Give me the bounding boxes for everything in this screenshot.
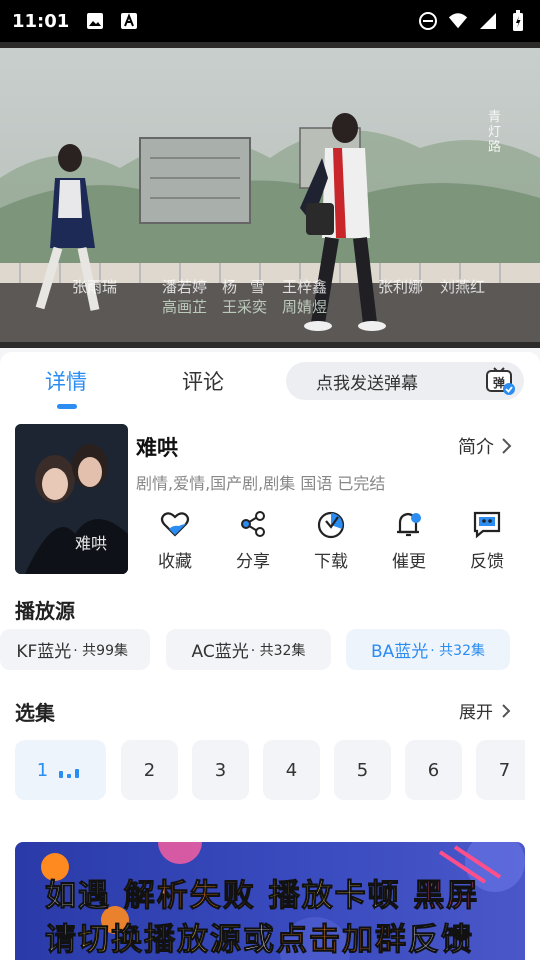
download-button[interactable]: 下载 (292, 508, 370, 572)
source-item-kf[interactable]: KF蓝光 · 共99集 (0, 629, 150, 670)
video-player[interactable]: 青灯路 张雨瑞 潘若婷 杨 雪 王梓鑫 张利娜 刘燕红 高画芷 王采奕 周婧煜 (0, 42, 540, 348)
text-a-icon (119, 11, 139, 31)
signal-icon (478, 11, 498, 31)
banner-text-7: 或 (243, 922, 276, 959)
chevron-right-icon (502, 438, 512, 454)
share-label: 分享 (236, 552, 270, 572)
credit-1: 张雨瑞 (72, 278, 118, 296)
credit-3: 杨 (222, 278, 238, 296)
expand-label: 展开 (459, 703, 493, 723)
dnd-icon (418, 11, 438, 31)
status-bar: 11:01 (0, 0, 540, 42)
danmaku-input[interactable]: 点我发送弹幕 弹 (286, 362, 524, 400)
source-count: · 共32集 (250, 642, 306, 659)
playing-bars-icon (59, 769, 80, 778)
chevron-right-icon (502, 703, 511, 718)
feedback-label: 反馈 (470, 552, 504, 572)
banner-text-2: 解析失败 (123, 878, 256, 915)
source-count: · 共32集 (430, 642, 485, 659)
episode-item[interactable]: 7 (476, 740, 525, 800)
tab-indicator (57, 404, 77, 409)
show-title: 难哄 (136, 436, 178, 460)
sources-title: 播放源 (15, 599, 75, 623)
intro-link[interactable]: 简介 (458, 433, 512, 459)
download-label: 下载 (314, 552, 348, 572)
image-icon (85, 11, 105, 31)
episode-item[interactable]: 1 (15, 740, 106, 800)
credit-5: 王梓鑫 (282, 278, 328, 296)
battery-icon (508, 10, 528, 31)
status-time: 11:01 (12, 10, 70, 32)
source-item-ac[interactable]: AC蓝光 · 共32集 (166, 629, 331, 670)
credit-8: 高画芷 (162, 298, 208, 316)
source-name: AC蓝光 (191, 642, 249, 662)
episode-item[interactable]: 2 (121, 740, 178, 800)
credit-4: 雪 (250, 278, 266, 296)
urge-update-button[interactable]: 催更 (370, 508, 448, 572)
feedback-icon (473, 511, 501, 539)
banner-text-8: 点击加群 (276, 922, 408, 959)
intro-label: 简介 (458, 437, 494, 458)
show-tags: 剧情,爱情,国产剧,剧集 国语 已完结 (136, 474, 386, 493)
favorite-button[interactable]: 收藏 (136, 508, 214, 572)
tab-comments[interactable]: 评论 (182, 366, 224, 396)
tab-details[interactable]: 详情 (45, 366, 87, 396)
danmaku-placeholder: 点我发送弹幕 (316, 373, 418, 394)
banner-text-3: 播放卡顿 (268, 878, 401, 915)
credit-6: 张利娜 (378, 278, 424, 296)
source-item-ba[interactable]: BA蓝光 · 共32集 (346, 629, 510, 670)
expand-button[interactable]: 展开 (459, 698, 511, 723)
join-group-banner[interactable]: 如遇 解析失败 播放卡顿 黑屏 请切换播放源或点击加群反馈 (15, 842, 525, 960)
source-count: · 共99集 (73, 642, 128, 659)
action-bar: 收藏 分享 下载 催更 反馈 (136, 508, 526, 572)
episode-number: 1 (36, 759, 49, 781)
video-watermark: 青灯路 (488, 110, 502, 155)
source-name: KF蓝光 (16, 642, 72, 662)
heart-icon (160, 512, 190, 537)
feedback-button[interactable]: 反馈 (448, 508, 526, 572)
favorite-label: 收藏 (158, 552, 192, 572)
banner-text-6: 切换播放源 (78, 922, 243, 959)
source-list: KF蓝光 · 共99集 AC蓝光 · 共32集 BA蓝光 · 共32集 (0, 629, 540, 670)
banner-text-9: 反馈 (408, 922, 474, 959)
download-icon (317, 511, 345, 539)
credit-9: 王采奕 (222, 298, 268, 316)
credit-10: 周婧煜 (282, 298, 328, 316)
banner-text-5: 请 (45, 922, 78, 959)
credit-2: 潘若婷 (162, 278, 208, 296)
source-name: BA蓝光 (370, 642, 429, 662)
credit-7: 刘燕红 (440, 278, 486, 296)
danmaku-toggle-icon[interactable]: 弹 (484, 365, 516, 397)
svg-text:难哄: 难哄 (75, 534, 107, 553)
episodes-title: 选集 (15, 701, 55, 725)
video-frame (0, 48, 540, 342)
wifi-icon (448, 11, 468, 31)
show-poster[interactable]: 难哄 (15, 424, 128, 574)
episode-item[interactable]: 6 (405, 740, 462, 800)
banner-text-1: 如遇 (45, 878, 111, 915)
episode-list: 1 2 3 4 5 6 7 (15, 740, 525, 800)
episode-item[interactable]: 3 (192, 740, 249, 800)
share-button[interactable]: 分享 (214, 508, 292, 572)
episode-item[interactable]: 5 (334, 740, 391, 800)
episode-item[interactable]: 4 (263, 740, 320, 800)
bell-icon (397, 512, 421, 537)
urge-update-label: 催更 (392, 552, 426, 572)
share-icon (241, 511, 265, 537)
banner-text-4: 黑屏 (413, 878, 480, 915)
